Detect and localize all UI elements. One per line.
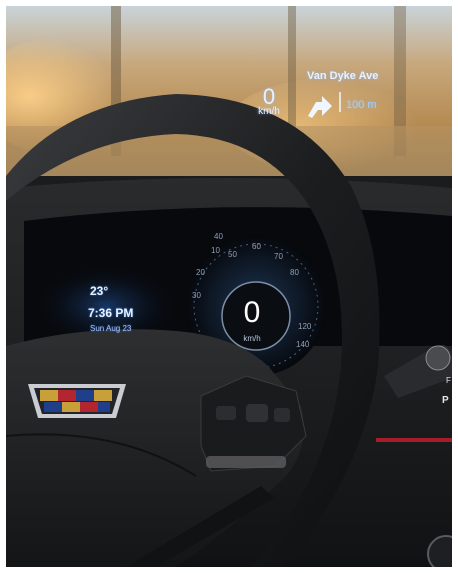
palm-trunk bbox=[288, 6, 296, 136]
speedometer-tick-label: 140 bbox=[296, 340, 310, 349]
speedometer-tick-label: 30 bbox=[192, 291, 201, 300]
hud-distance: 100 m bbox=[346, 99, 377, 111]
cluster-temperature: 23° bbox=[90, 284, 109, 298]
speedometer-tick-label: 50 bbox=[228, 250, 237, 259]
speedometer-tick-label: 60 bbox=[252, 242, 261, 251]
scene-graphics bbox=[6, 6, 452, 567]
voice-icon bbox=[216, 406, 236, 420]
speedometer-tick-label: 20 bbox=[196, 268, 205, 277]
cluster-date: Sun Aug 23 bbox=[90, 324, 132, 333]
speedometer-tick-label: 40 bbox=[214, 232, 223, 241]
gear-indicator-upper: F bbox=[446, 376, 451, 385]
ambient-light-strip bbox=[376, 438, 452, 442]
speedometer-tick-label: 70 bbox=[274, 252, 283, 261]
phone-icon bbox=[274, 408, 290, 422]
cluster-speed-unit: km/h bbox=[243, 334, 261, 343]
cluster-time: 7:36 PM bbox=[88, 306, 134, 320]
cluster-speed-value: 0 bbox=[243, 296, 261, 329]
gear-indicator-park: P bbox=[442, 395, 449, 406]
speedometer-tick-label: 80 bbox=[290, 268, 299, 277]
speedometer-tick-label: 10 bbox=[211, 246, 220, 255]
cadillac-crest-logo bbox=[28, 384, 126, 418]
car-interior-photo: 0 km/h Van Dyke Ave 100 m 23° 7:36 PM Su… bbox=[6, 6, 452, 567]
speedometer-tick-label: 120 bbox=[298, 322, 312, 331]
stalk-knob bbox=[425, 345, 451, 371]
volume-scroll-wheel bbox=[246, 404, 268, 422]
hud-speed-unit: km/h bbox=[258, 106, 280, 117]
hud-speed-value: 0 bbox=[262, 84, 276, 109]
star-favorite-icon bbox=[206, 456, 286, 468]
hud-street-name: Van Dyke Ave bbox=[307, 70, 379, 82]
